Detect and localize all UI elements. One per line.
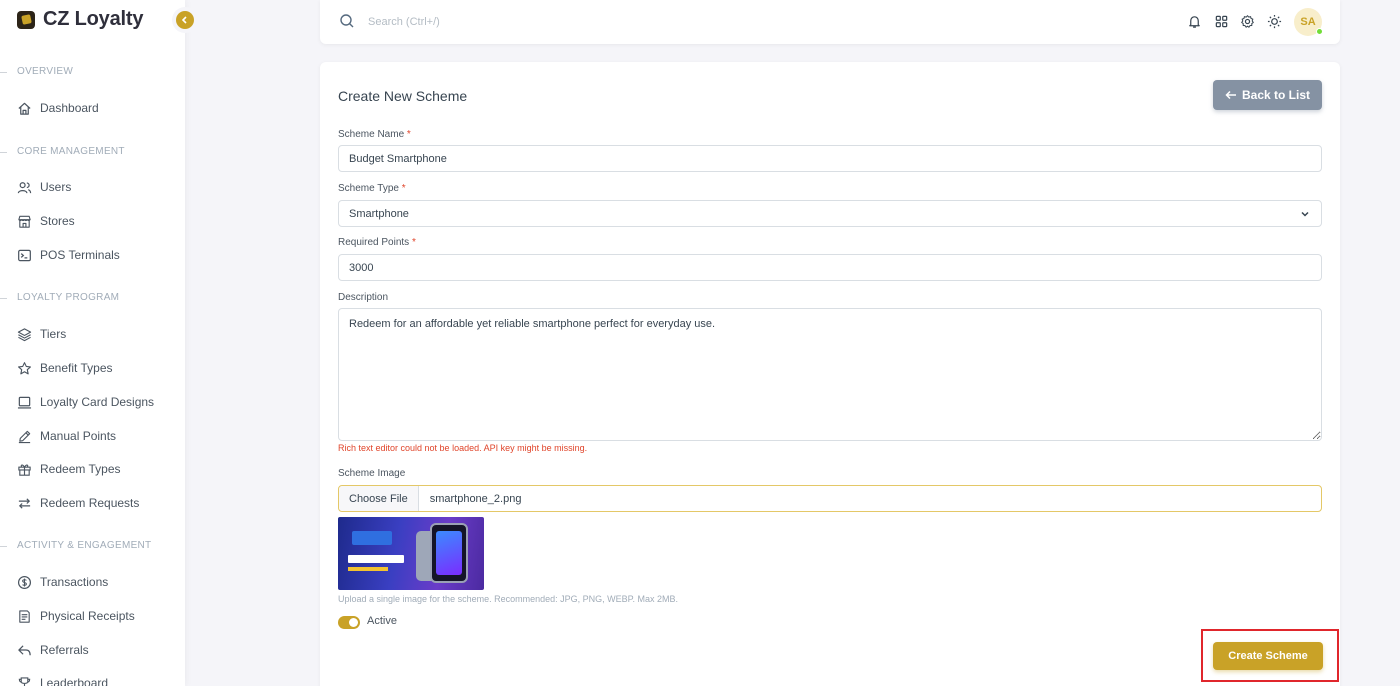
apps-grid-icon[interactable]: [1214, 14, 1229, 29]
selected-file-name: smartphone_2.png: [429, 492, 522, 505]
required-points-input[interactable]: [338, 254, 1322, 281]
sidebar-item-label: Redeem Types: [40, 462, 121, 476]
menu-header-loyalty-program: LOYALTY PROGRAM: [0, 292, 120, 303]
home-icon: [18, 102, 31, 115]
layers-icon: [17, 327, 32, 341]
sidebar-item-manual-points[interactable]: Manual Points: [17, 424, 177, 448]
user-avatar[interactable]: SA: [1294, 8, 1323, 36]
sidebar-item-label: Physical Receipts: [40, 609, 135, 623]
choose-file-button[interactable]: Choose File: [339, 486, 419, 511]
create-scheme-highlight: Create Scheme: [1201, 629, 1339, 682]
sidebar-item-label: Transactions: [40, 575, 109, 589]
sidebar-item-label: Benefit Types: [40, 361, 113, 375]
scheme-type-value: Smartphone: [349, 207, 409, 220]
scheme-type-select[interactable]: Smartphone: [338, 200, 1322, 227]
arrow-left-icon: [1225, 90, 1236, 100]
dollar-icon: [17, 575, 32, 589]
brand[interactable]: CZ Loyalty: [17, 8, 143, 31]
gear-icon[interactable]: [1240, 14, 1255, 29]
sidebar-item-pos-terminals[interactable]: POS Terminals: [17, 243, 177, 267]
sidebar-item-label: Loyalty Card Designs: [40, 395, 155, 409]
sidebar-item-label: POS Terminals: [40, 248, 120, 262]
sidebar-item-redeem-types[interactable]: Redeem Types: [17, 457, 177, 481]
sidebar-item-physical-receipts[interactable]: Physical Receipts: [17, 604, 177, 628]
sidebar-item-benefit-types[interactable]: Benefit Types: [17, 356, 177, 380]
active-toggle[interactable]: [338, 616, 360, 629]
search-icon[interactable]: [339, 13, 355, 29]
sidebar: CZ Loyalty OVERVIEW Dashboard CORE MANAG…: [0, 0, 194, 686]
create-scheme-button[interactable]: Create Scheme: [1213, 642, 1323, 670]
scheme-image-preview: [338, 517, 484, 590]
create-scheme-card: Create New Scheme Back to List Scheme Na…: [320, 62, 1340, 686]
users-icon: [17, 181, 32, 193]
bell-icon[interactable]: [1187, 14, 1202, 29]
menu-header-core-management: CORE MANAGEMENT: [0, 146, 125, 157]
sidebar-collapse-button[interactable]: [176, 11, 194, 29]
scheme-name-label: Scheme Name *: [338, 129, 411, 140]
menu-header-activity-engagement: ACTIVITY & ENGAGEMENT: [0, 540, 152, 551]
brand-logo-icon: [17, 10, 35, 29]
sidebar-item-label: Leaderboard: [40, 676, 109, 686]
star-icon: [18, 361, 31, 374]
scheme-image-label: Scheme Image: [338, 468, 406, 479]
description-label: Description: [338, 292, 389, 303]
sidebar-item-label: Referrals: [40, 643, 89, 657]
sun-icon[interactable]: [1267, 14, 1282, 29]
avatar-initials: SA: [1300, 16, 1316, 28]
sidebar-item-referrals[interactable]: Referrals: [17, 638, 177, 662]
search-input[interactable]: [368, 12, 668, 32]
sidebar-item-label: Users: [40, 180, 72, 194]
receipt-icon: [19, 609, 30, 623]
top-navbar: SA: [320, 0, 1340, 44]
sidebar-item-label: Tiers: [40, 327, 67, 341]
pencil-icon: [18, 430, 31, 443]
chevron-left-icon: [181, 16, 187, 24]
gift-icon: [18, 463, 31, 476]
menu-header-overview: OVERVIEW: [0, 66, 74, 77]
active-toggle-label: Active: [367, 615, 397, 627]
sidebar-item-label: Dashboard: [40, 101, 99, 115]
sidebar-item-users[interactable]: Users: [17, 175, 177, 199]
editor-error-message: Rich text editor could not be loaded. AP…: [338, 443, 588, 453]
sidebar-item-dashboard[interactable]: Dashboard: [17, 96, 177, 120]
sidebar-item-label: Redeem Requests: [40, 496, 140, 510]
sidebar-item-label: Stores: [40, 214, 75, 228]
sidebar-item-transactions[interactable]: Transactions: [17, 570, 177, 594]
brand-name: CZ Loyalty: [43, 8, 144, 30]
back-to-list-label: Back to List: [1241, 88, 1310, 102]
sidebar-item-label: Manual Points: [40, 429, 117, 443]
swap-icon: [18, 497, 31, 509]
scheme-type-label: Scheme Type *: [338, 183, 406, 194]
card-icon: [17, 396, 32, 409]
store-icon: [18, 215, 31, 228]
required-points-label: Required Points *: [338, 237, 416, 248]
page-title: Create New Scheme: [338, 88, 468, 104]
terminal-icon: [18, 249, 31, 261]
online-status-dot: [1316, 28, 1323, 35]
reply-icon: [18, 644, 31, 655]
sidebar-item-leaderboard[interactable]: Leaderboard: [17, 671, 177, 686]
description-textarea[interactable]: Redeem for an affordable yet reliable sm…: [338, 308, 1322, 441]
sidebar-item-loyalty-card-designs[interactable]: Loyalty Card Designs: [17, 390, 177, 414]
back-to-list-button[interactable]: Back to List: [1213, 80, 1322, 110]
sidebar-item-tiers[interactable]: Tiers: [17, 322, 177, 346]
trophy-icon: [18, 676, 31, 686]
scheme-image-file-input[interactable]: Choose File smartphone_2.png: [338, 485, 1322, 512]
chevron-down-icon: [1301, 211, 1309, 217]
sidebar-item-stores[interactable]: Stores: [17, 209, 177, 233]
image-help-text: Upload a single image for the scheme. Re…: [338, 594, 678, 604]
sidebar-item-redeem-requests[interactable]: Redeem Requests: [17, 491, 177, 515]
scheme-name-input[interactable]: [338, 145, 1322, 172]
